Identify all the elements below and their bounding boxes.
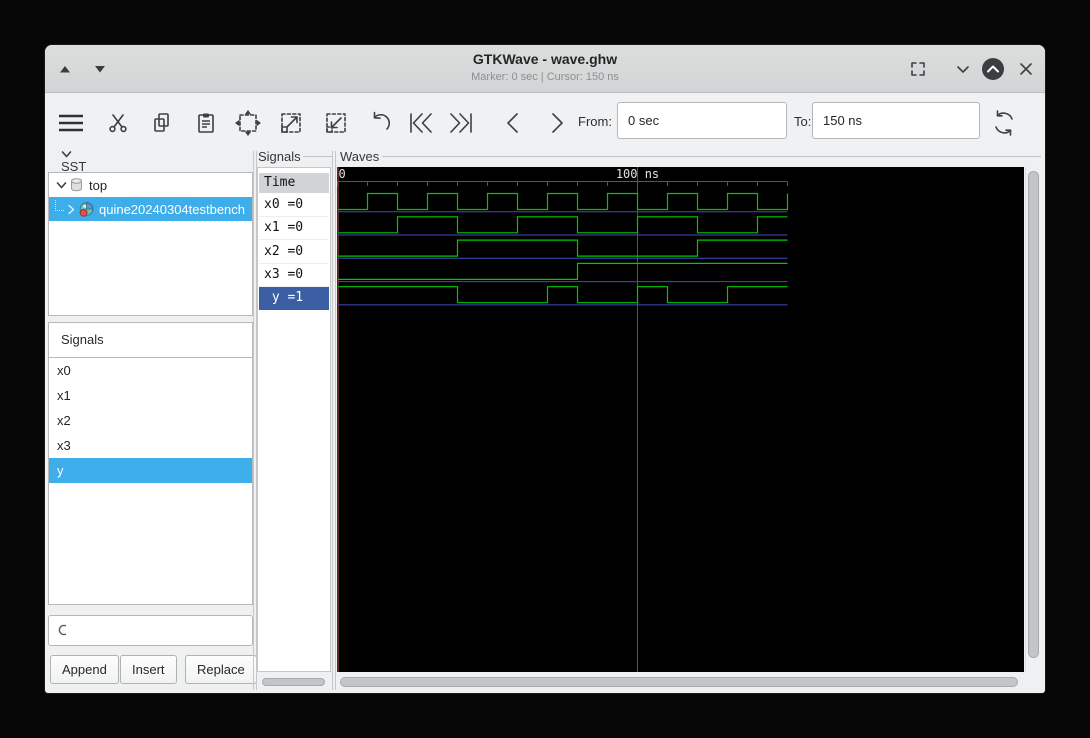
- minimize-button[interactable]: [951, 57, 975, 81]
- chevron-right-icon: [552, 113, 563, 133]
- list-item-x2[interactable]: x2: [49, 408, 252, 433]
- window-title: GTKWave - wave.ghw: [472, 51, 618, 67]
- tree-item-label: quine20240304testbench: [99, 201, 246, 217]
- wave-signal-row-y[interactable]: y =1: [259, 287, 329, 311]
- tree-elbow-line: [55, 199, 64, 211]
- waves-hscrollbar-track[interactable]: [337, 674, 1024, 691]
- zoom-out-button[interactable]: [275, 107, 307, 139]
- wave-signal-row-x3[interactable]: x3 =0: [259, 264, 329, 287]
- to-input[interactable]: [812, 102, 980, 139]
- list-item-x3[interactable]: x3: [49, 433, 252, 458]
- toolbar: From: To:: [45, 94, 1045, 150]
- signal-list-header: Signals: [49, 323, 252, 358]
- scissors-icon: [109, 114, 127, 133]
- undo-button[interactable]: [365, 107, 397, 139]
- waves-hscrollbar-thumb[interactable]: [340, 677, 1018, 687]
- to-label: To:: [794, 114, 812, 129]
- fullscreen-icon: [911, 62, 925, 76]
- clipboard-paste-icon: [198, 113, 214, 133]
- tree-item-testbench[interactable]: quine20240304testbench: [49, 197, 252, 221]
- insert-button[interactable]: Insert: [120, 655, 177, 684]
- frame-line-waves: [382, 156, 1041, 157]
- reload-button[interactable]: [988, 107, 1020, 139]
- skip-to-start-icon: [410, 113, 432, 133]
- zoom-fit-icon: [235, 110, 261, 136]
- sst-frame: SST: [61, 149, 86, 174]
- zoom-in-button[interactable]: [320, 107, 352, 139]
- chevron-left-icon: [507, 113, 518, 133]
- waves-vscrollbar-thumb[interactable]: [1028, 171, 1039, 658]
- search-icon: [58, 624, 66, 635]
- names-hscrollbar-track[interactable]: [258, 674, 331, 691]
- expander-closed-icon[interactable]: [66, 204, 76, 215]
- gtkwave-window: GTKWave - wave.ghw Marker: 0 sec | Curso…: [45, 45, 1045, 693]
- next-edge-button[interactable]: [541, 107, 573, 139]
- list-item-x0[interactable]: x0: [49, 358, 252, 383]
- shade-button[interactable]: [981, 57, 1005, 81]
- wave-signal-row-x2[interactable]: x2 =0: [259, 241, 329, 264]
- append-button[interactable]: Append: [50, 655, 119, 684]
- signal-list-panel: Signals x0 x1 x2 x3 y: [48, 322, 253, 605]
- database-icon: [71, 178, 82, 192]
- time-header: Time: [259, 173, 329, 193]
- module-sphere-icon: [79, 201, 94, 217]
- copy-icon: [154, 113, 169, 132]
- waves-frame-label: Waves: [340, 149, 380, 164]
- circle-chevron-up-icon: [982, 58, 1004, 80]
- paste-button[interactable]: [190, 107, 222, 139]
- skip-to-end-icon: [450, 113, 472, 133]
- search-input[interactable]: [72, 622, 252, 639]
- close-button[interactable]: [1014, 57, 1038, 81]
- fullscreen-button[interactable]: [906, 57, 930, 81]
- zoom-in-icon: [326, 113, 346, 133]
- wave-signals-frame-label: Signals: [258, 149, 301, 164]
- wave-signal-row-x0[interactable]: x0 =0: [259, 194, 329, 217]
- marker-cursor-status: Marker: 0 sec | Cursor: 150 ns: [471, 71, 619, 83]
- wave-signal-row-x1[interactable]: x1 =0: [259, 217, 329, 241]
- signal-search: [48, 615, 253, 646]
- waves-vscrollbar-track[interactable]: [1025, 167, 1042, 672]
- tree-item-label: top: [89, 177, 108, 193]
- chevron-down-icon: [957, 66, 969, 73]
- from-input[interactable]: [617, 102, 787, 139]
- wave-names-panel: Time x0 =0 x1 =0 x2 =0 x3 =0 y =1: [257, 167, 331, 672]
- cut-button[interactable]: [102, 107, 134, 139]
- waveform-svg: 0 100 ns: [337, 167, 789, 672]
- expander-open-icon[interactable]: [56, 180, 67, 190]
- reload-icon: [995, 110, 1013, 136]
- collapse-chevron-icon[interactable]: [61, 149, 72, 159]
- prev-edge-button[interactable]: [497, 107, 529, 139]
- go-to-end-button[interactable]: [445, 107, 477, 139]
- waveform-canvas[interactable]: 0 100 ns: [337, 167, 1024, 672]
- list-item-y[interactable]: y: [49, 458, 252, 483]
- from-label: From:: [578, 114, 612, 129]
- menu-button[interactable]: [55, 107, 87, 139]
- svg-text:0: 0: [339, 167, 346, 181]
- close-icon: [1020, 63, 1032, 75]
- frame-line-signals: [303, 156, 332, 157]
- undo-icon: [373, 111, 390, 130]
- splitter-right[interactable]: [332, 151, 336, 690]
- list-item-x1[interactable]: x1: [49, 383, 252, 408]
- zoom-out-full-icon: [281, 113, 301, 133]
- titlebar[interactable]: GTKWave - wave.ghw Marker: 0 sec | Curso…: [45, 45, 1045, 93]
- sst-tree: top quine20240304testbench: [48, 172, 253, 316]
- copy-button[interactable]: [146, 107, 178, 139]
- replace-button[interactable]: Replace: [185, 655, 257, 684]
- go-to-start-button[interactable]: [405, 107, 437, 139]
- tree-item-top[interactable]: top: [49, 173, 252, 197]
- hamburger-menu-icon: [59, 114, 83, 132]
- zoom-fit-button[interactable]: [232, 107, 264, 139]
- names-hscrollbar-thumb[interactable]: [262, 678, 325, 686]
